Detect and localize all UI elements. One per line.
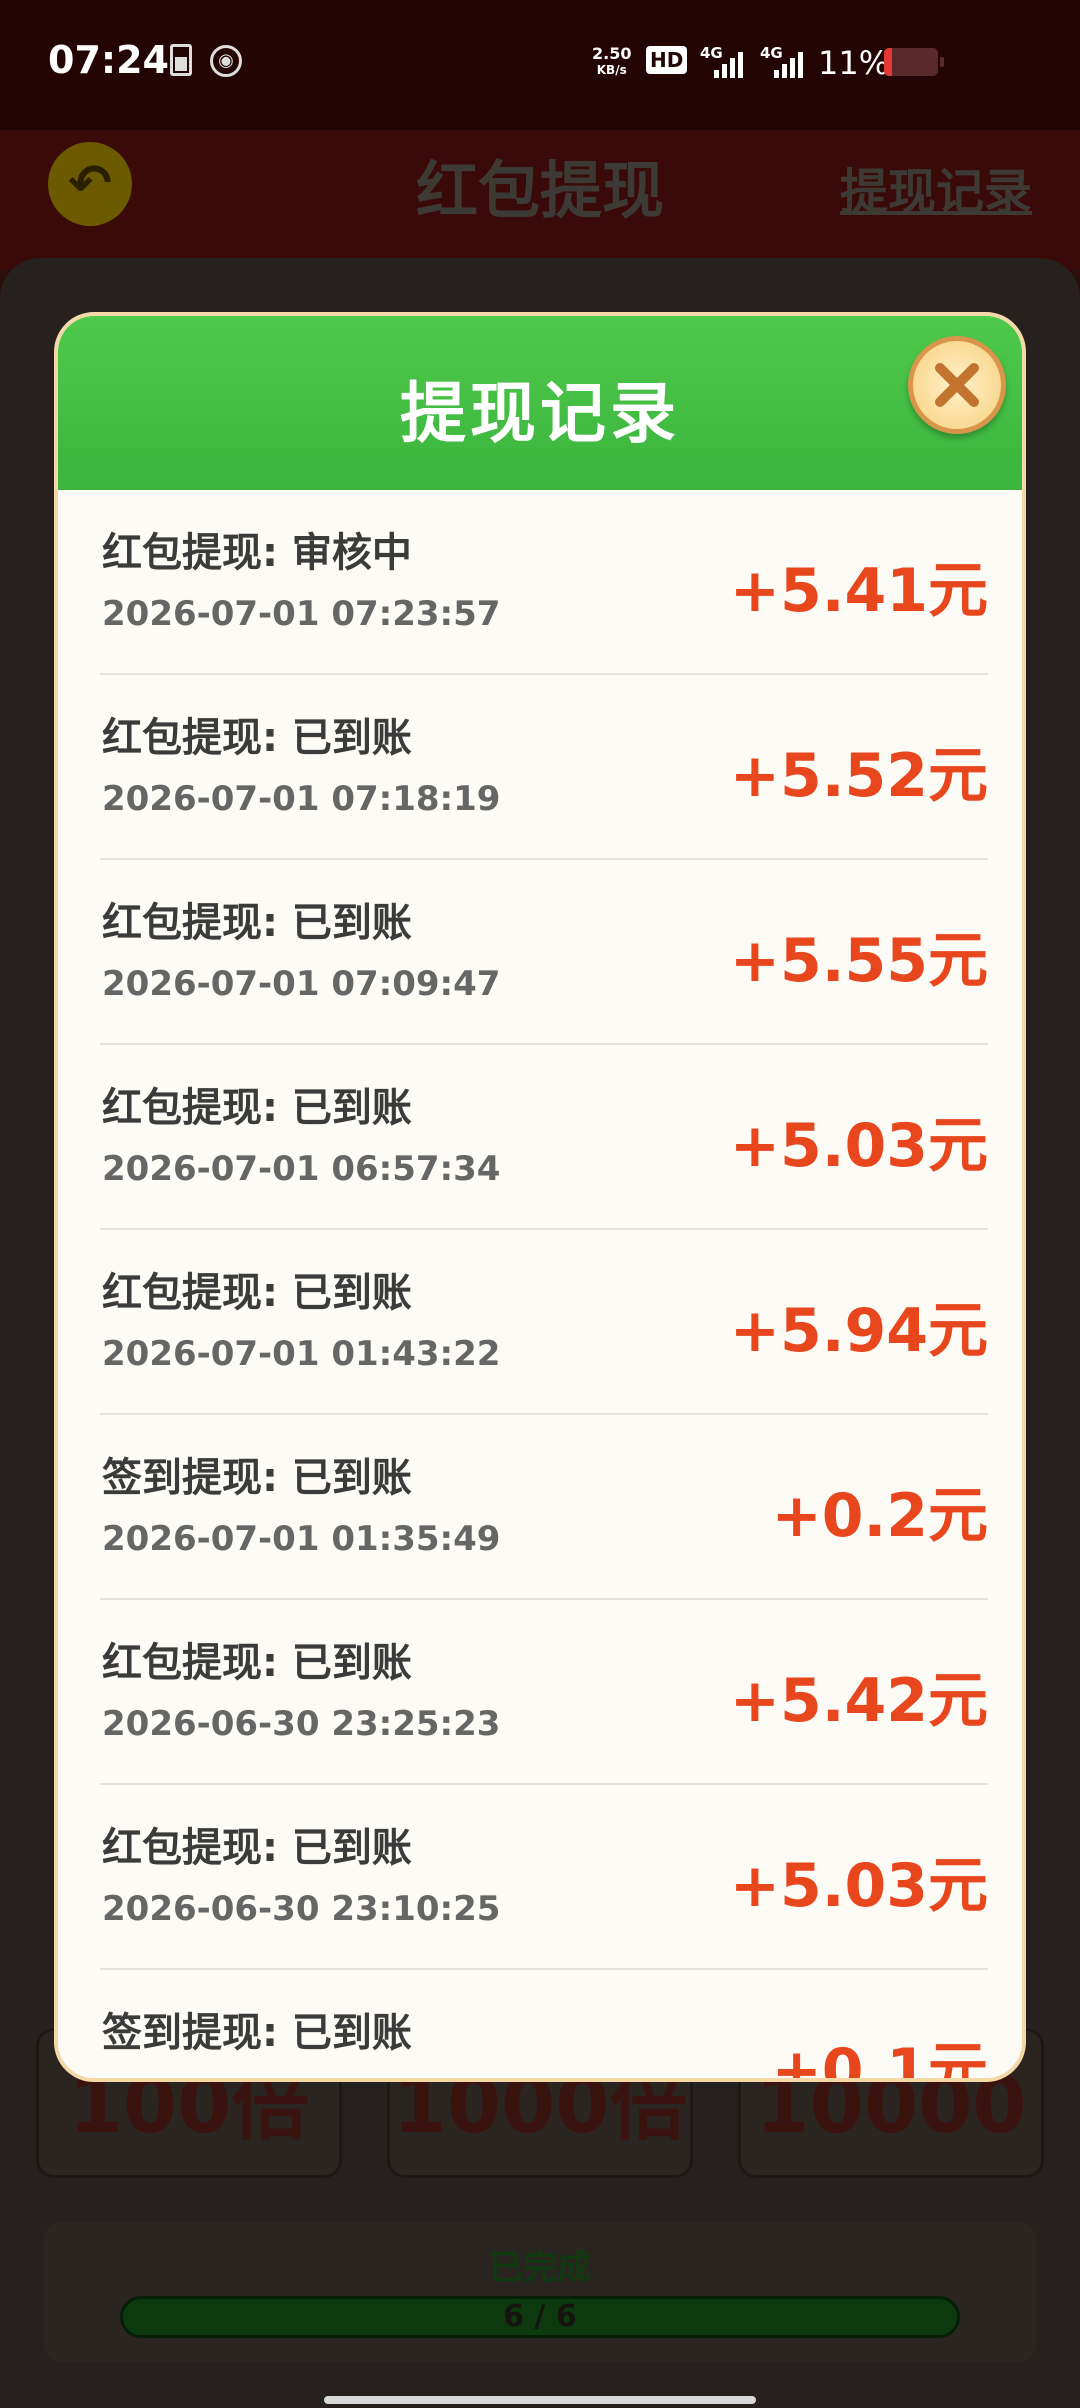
home-indicator[interactable]: [324, 2396, 756, 2404]
battery-icon: [884, 48, 944, 76]
signal-sim2-icon: 4G: [760, 44, 803, 78]
network-speed-unit: KB/s: [596, 63, 627, 77]
record-time: 2026-06-30 23:25:23: [102, 1704, 501, 1744]
record-label: 红包提现: 已到账: [102, 1640, 412, 1686]
record-amount: +5.42元: [729, 1666, 988, 1736]
record-time: 2026-07-01 06:57:34: [102, 1149, 501, 1189]
modal-header: 提现记录: [58, 316, 1022, 490]
withdraw-records-modal: 提现记录 红包提现: 审核中 2026-07-01 07:23:57 +5.41…: [54, 312, 1026, 2082]
record-label: 红包提现: 已到账: [102, 1825, 412, 1871]
list-item: 红包提现: 已到账 2026-06-30 23:25:23 +5.42元: [100, 1600, 988, 1785]
record-amount: +5.94元: [729, 1296, 988, 1366]
records-list[interactable]: 红包提现: 审核中 2026-07-01 07:23:57 +5.41元 红包提…: [100, 490, 988, 2082]
record-time: 2026-07-01 07:18:19: [102, 779, 501, 819]
record-label: 红包提现: 已到账: [102, 900, 412, 946]
record-amount: +5.03元: [729, 1111, 988, 1181]
record-amount: +5.41元: [729, 556, 988, 626]
record-label: 红包提现: 已到账: [102, 1085, 412, 1131]
record-amount: +5.52元: [729, 741, 988, 811]
record-label: 红包提现: 已到账: [102, 1270, 412, 1316]
record-amount: +5.55元: [729, 926, 988, 996]
hd-voice-icon: HD: [646, 46, 688, 74]
record-time: 2026-07-01 07:09:47: [102, 964, 501, 1004]
list-item: 红包提现: 已到账 2026-07-01 01:43:22 +5.94元: [100, 1230, 988, 1415]
list-item: 红包提现: 已到账 2026-06-30 23:10:25 +5.03元: [100, 1785, 988, 1970]
list-item: 签到提现: 已到账 2026-07-01 01:35:49 +0.2元: [100, 1415, 988, 1600]
record-amount: +0.2元: [771, 1481, 988, 1551]
record-label: 签到提现: 已到账: [102, 2010, 412, 2056]
record-amount: +5.03元: [729, 1851, 988, 1921]
signal-sim1-icon: 4G: [700, 44, 743, 78]
record-time: 2026-07-01 07:23:57: [102, 594, 501, 634]
record-label: 签到提现: 已到账: [102, 1455, 412, 1501]
record-time: 2026-07-01 01:35:49: [102, 1519, 501, 1559]
done-label: 已完成: [489, 2248, 591, 2288]
list-item: 红包提现: 已到账 2026-07-01 07:09:47 +5.55元: [100, 860, 988, 1045]
record-label: 红包提现: 已到账: [102, 715, 412, 761]
progress-bar: 6 / 6: [120, 2296, 960, 2338]
list-item: 签到提现: 已到账 +0.1元: [100, 1970, 988, 2082]
status-time: 07:24: [48, 38, 169, 82]
signal-sim1-label: 4G: [700, 44, 723, 62]
app-notification-icon: ◉: [210, 45, 242, 77]
network-speed: 2.50 KB/s: [592, 46, 631, 78]
close-button[interactable]: [908, 336, 1006, 434]
list-item: 红包提现: 已到账 2026-07-01 07:18:19 +5.52元: [100, 675, 988, 860]
list-item: 红包提现: 已到账 2026-07-01 06:57:34 +5.03元: [100, 1045, 988, 1230]
list-item: 红包提现: 审核中 2026-07-01 07:23:57 +5.41元: [100, 490, 988, 675]
record-amount: +0.1元: [771, 2036, 988, 2082]
status-bar: 07:24 ◉ 2.50 KB/s HD 4G 4G 11%: [0, 0, 1080, 130]
record-time: 2026-06-30 23:10:25: [102, 1889, 501, 1929]
signal-sim2-label: 4G: [760, 44, 783, 62]
battery-saver-icon: [170, 44, 192, 76]
records-link[interactable]: 提现记录: [840, 152, 1032, 222]
record-label: 红包提现: 审核中: [102, 530, 412, 576]
battery-percent: 11%: [818, 44, 890, 82]
network-speed-value: 2.50: [592, 44, 632, 63]
record-time: 2026-07-01 01:43:22: [102, 1334, 501, 1374]
modal-title: 提现记录: [400, 375, 680, 452]
close-icon: [935, 363, 979, 407]
